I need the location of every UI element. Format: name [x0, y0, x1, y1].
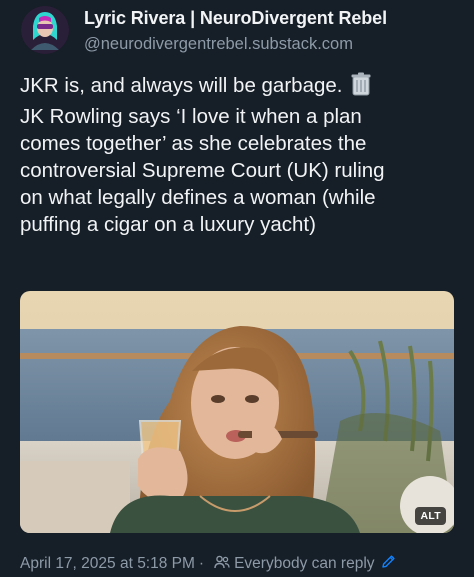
- avatar[interactable]: [21, 6, 69, 54]
- post-line: comes together’ as she celebrates the: [20, 132, 367, 155]
- post-line: puffing a cigar on a luxury yacht): [20, 213, 316, 236]
- reply-setting[interactable]: Everybody can reply: [234, 555, 374, 573]
- people-icon: [214, 555, 230, 574]
- author-display-name[interactable]: Lyric Rivera | NeuroDivergent Rebel: [84, 8, 387, 29]
- trash-can-icon: [350, 72, 372, 103]
- post-text: JKR is, and always will be garbage. JK R…: [20, 72, 460, 238]
- avatar-icon: [21, 6, 69, 54]
- meta-separator: ·: [198, 555, 205, 572]
- pencil-icon[interactable]: [381, 554, 396, 574]
- post-line: JKR is, and always will be garbage.: [20, 72, 460, 103]
- post-line: controversial Supreme Court (UK) ruling: [20, 159, 385, 182]
- post-meta: April 17, 2025 at 5:18 PM · Everybody ca…: [20, 554, 396, 574]
- alt-badge[interactable]: ALT: [415, 507, 446, 525]
- post-image[interactable]: ALT: [20, 291, 454, 533]
- post-line: on what legally defines a woman (while: [20, 186, 376, 209]
- post-line-text: JKR is, and always will be garbage.: [20, 74, 343, 97]
- yacht-photo: [20, 291, 454, 533]
- author-handle[interactable]: @neurodivergentrebel.substack.com: [84, 35, 353, 54]
- post-line: JK Rowling says ‘I love it when a plan: [20, 105, 362, 128]
- post-timestamp[interactable]: April 17, 2025 at 5:18 PM: [20, 555, 195, 573]
